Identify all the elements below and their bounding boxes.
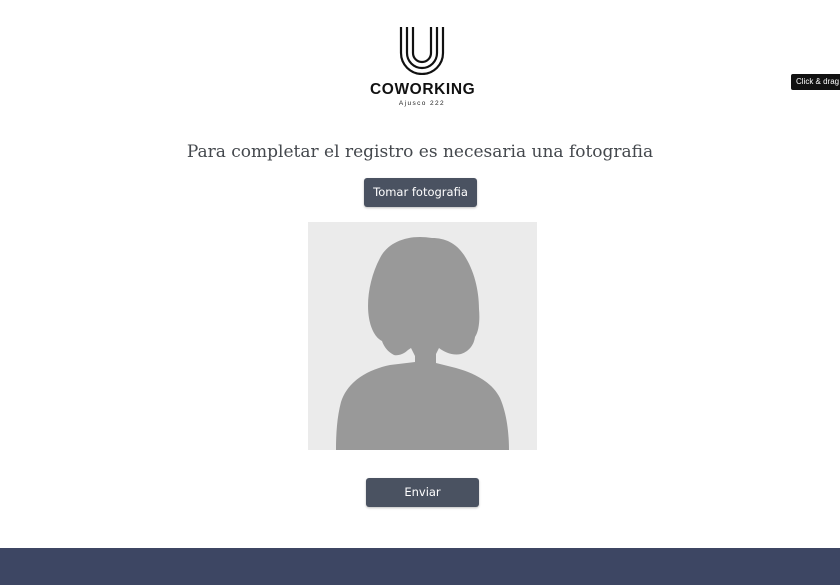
take-photo-button[interactable]: Tomar fotografia [364, 178, 477, 207]
page-heading: Para completar el registro es necesaria … [186, 142, 654, 162]
logo-wordmark: COWORKING [370, 81, 476, 98]
registration-photo-page: COWORKING Ajusco 222 Click & drag Para c… [0, 0, 840, 585]
u-lines-logo-icon [399, 27, 445, 75]
page-footer [0, 548, 840, 585]
coworking-logo: COWORKING Ajusco 222 [370, 27, 476, 111]
logo-subtitle: Ajusco 222 [398, 100, 446, 107]
send-button[interactable]: Enviar [366, 478, 479, 507]
click-drag-tooltip: Click & drag [791, 74, 840, 90]
photo-placeholder [308, 222, 537, 450]
avatar-silhouette-icon [336, 236, 509, 450]
